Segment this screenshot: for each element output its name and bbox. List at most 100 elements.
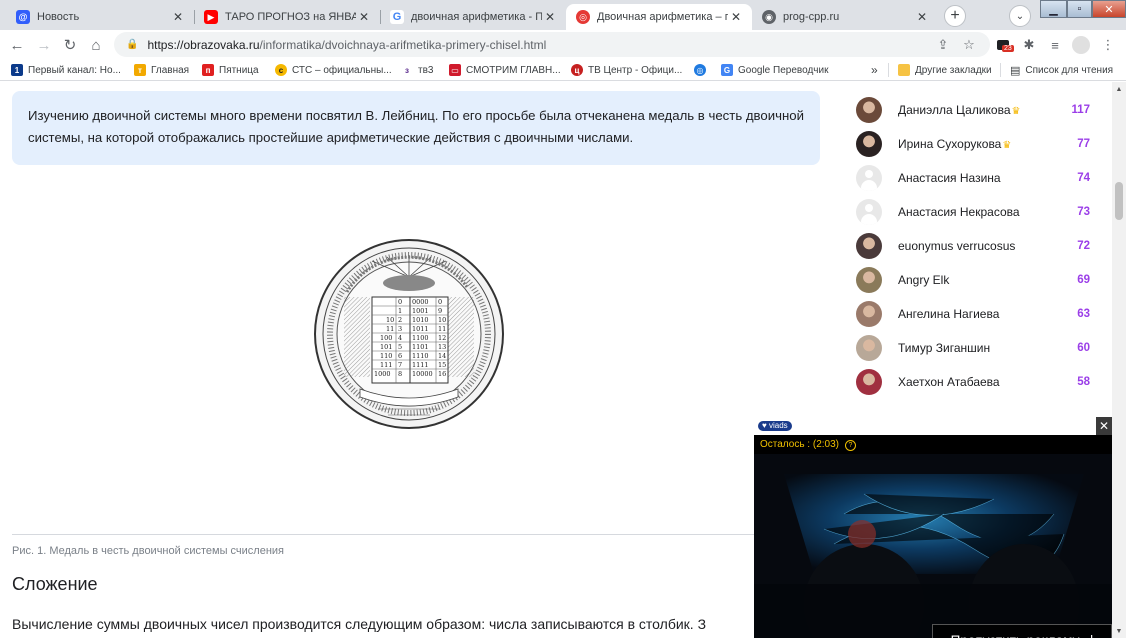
leaderboard-row[interactable]: Тимур Зиганшин 60 — [856, 331, 1096, 365]
reading-list-button[interactable]: ▤ Список для чтения — [1010, 62, 1113, 78]
leaderboard-row[interactable]: euonymus verrucosus 72 — [856, 229, 1096, 263]
leaderboard-row[interactable]: Ангелина Нагиева 63 — [856, 297, 1096, 331]
bookmark-sts[interactable]: c СТС – официальны... — [275, 62, 392, 78]
close-tab-icon[interactable]: ✕ — [542, 10, 558, 24]
page-scrollbar[interactable]: ▲ ▼ — [1112, 82, 1126, 638]
media-queue-icon[interactable]: ≡ — [1044, 34, 1066, 56]
forward-icon[interactable]: → — [33, 34, 55, 56]
article-paragraph: Вычисление суммы двоичных чисел производ… — [12, 616, 707, 632]
user-name-text: Angry Elk — [898, 273, 950, 287]
url-text: https://obrazovaka.ru/informatika/dvoich… — [147, 38, 546, 52]
user-name[interactable]: Анастасия Некрасова — [898, 205, 1050, 219]
back-icon[interactable]: ← — [6, 34, 28, 56]
user-avatar[interactable] — [856, 301, 882, 327]
close-window-button[interactable]: ✕ — [1092, 0, 1126, 18]
new-tab-button[interactable]: + — [944, 5, 966, 27]
user-avatar[interactable] — [856, 267, 882, 293]
skip-ad-button[interactable]: Пропустить рекламу ▸| — [932, 624, 1112, 638]
tab-search-button[interactable]: ⌄ — [1009, 5, 1031, 27]
bookmarks-overflow-button[interactable]: » — [871, 62, 878, 78]
bookmark-google-translate[interactable]: G Google Переводчик — [721, 62, 828, 78]
folder-icon — [898, 64, 910, 76]
svg-text:11: 11 — [438, 325, 446, 333]
scroll-down-icon[interactable]: ▼ — [1112, 624, 1126, 638]
user-avatar[interactable] — [856, 131, 882, 157]
bookmark-smotrim[interactable]: ▭ СМОТРИМ ГЛАВН... — [449, 62, 561, 78]
user-name[interactable]: Ангелина Нагиева — [898, 307, 1050, 321]
svg-text:110: 110 — [380, 352, 392, 360]
user-name[interactable]: Анастасия Назина — [898, 171, 1050, 185]
user-name-text: Ирина Сухорукова — [898, 137, 1002, 151]
scrollbar-thumb[interactable] — [1115, 182, 1123, 220]
svg-text:16: 16 — [438, 370, 446, 378]
bookmark-star-icon[interactable]: ☆ — [958, 34, 980, 56]
ad-remaining-time: Осталось : (2:03) — [760, 439, 839, 450]
profile-avatar[interactable] — [1070, 34, 1092, 56]
tab-dvoichnaya-arifmetika[interactable]: ◎ Двоичная арифметика – при ✕ — [566, 4, 752, 30]
other-bookmarks-folder[interactable]: Другие закладки — [898, 62, 992, 78]
ad-video-player[interactable]: Пропустить рекламу ▸| — [754, 454, 1112, 638]
tab-taro[interactable]: ▶ ТАРО ПРОГНОЗ на ЯНВАРЬ 2( ✕ — [194, 4, 380, 30]
user-avatar[interactable] — [856, 369, 882, 395]
bookmark-label: Главная — [151, 64, 190, 76]
leaderboard-row[interactable]: Анастасия Назина 74 — [856, 161, 1096, 195]
bookmark-glavnaya[interactable]: т Главная — [134, 62, 189, 78]
share-icon[interactable]: ⇪ — [932, 34, 954, 56]
svg-text:6: 6 — [398, 352, 402, 360]
reload-icon[interactable]: ↻ — [59, 34, 81, 56]
leaderboard-row[interactable]: Хаетхон Атабаева 58 — [856, 365, 1096, 399]
svg-text:9: 9 — [438, 307, 442, 315]
user-name[interactable]: Angry Elk — [898, 273, 1050, 287]
maximize-button[interactable]: ▫ — [1067, 0, 1092, 18]
bookmark-channel-one[interactable]: 1 Первый канал: Но... — [11, 62, 121, 78]
extension-icon[interactable]: 23 — [992, 34, 1014, 56]
user-name[interactable]: euonymus verrucosus — [898, 239, 1050, 253]
home-icon[interactable]: ⌂ — [85, 34, 107, 56]
close-tab-icon[interactable]: ✕ — [728, 10, 744, 24]
tab-google-search[interactable]: G двоичная арифметика - Пои ✕ — [380, 4, 566, 30]
minimize-button[interactable]: ▁ — [1040, 0, 1067, 18]
bookmarks-bar: 1 Первый канал: Но... т Главная п Пятница c… — [0, 59, 1126, 81]
user-name[interactable]: Тимур Зиганшин — [898, 341, 1050, 355]
ad-brand-name: viads — [768, 421, 788, 430]
bookmark-circle[interactable]: ◎ — [694, 62, 711, 78]
svg-text:1000: 1000 — [374, 370, 391, 378]
tab-prog-cpp[interactable]: ◉ prog-cpp.ru ✕ — [752, 4, 938, 30]
leaderboard-row[interactable]: Angry Elk 69 — [856, 263, 1096, 297]
bookmark-tvc[interactable]: ц ТВ Центр - Офици... — [571, 62, 682, 78]
obrazovaka-icon: ◎ — [576, 10, 590, 24]
bookmark-tv3[interactable]: з тв3 — [401, 62, 433, 78]
close-tab-icon[interactable]: ✕ — [170, 10, 186, 24]
bookmark-pyatnica[interactable]: п Пятница — [202, 62, 259, 78]
user-score: 74 — [1077, 172, 1090, 184]
user-name-text: Хаетхон Атабаева — [898, 375, 1000, 389]
close-tab-icon[interactable]: ✕ — [914, 10, 930, 24]
svg-text:2: 2 — [398, 316, 402, 324]
user-avatar[interactable] — [856, 199, 882, 225]
tab-novost[interactable]: @ Новость ✕ — [6, 4, 194, 30]
svg-text:1111: 1111 — [412, 361, 429, 369]
ad-help-icon[interactable]: ? — [844, 440, 856, 451]
svg-text:1: 1 — [398, 307, 402, 315]
user-name[interactable]: Даниэлла Цаликова♛ — [898, 103, 1050, 117]
address-bar[interactable]: 🔒 https://obrazovaka.ru/informatika/dvoi… — [114, 32, 990, 57]
user-avatar[interactable] — [856, 335, 882, 361]
user-avatar[interactable] — [856, 165, 882, 191]
user-avatar[interactable] — [856, 97, 882, 123]
section-heading: Сложение — [12, 574, 98, 594]
ad-close-button[interactable]: ✕ — [1096, 417, 1112, 435]
svg-text:1100: 1100 — [412, 334, 429, 342]
leaderboard-row[interactable]: Анастасия Некрасова 73 — [856, 195, 1096, 229]
tv3-icon: з — [401, 64, 413, 76]
scroll-up-icon[interactable]: ▲ — [1112, 82, 1126, 96]
user-avatar[interactable] — [856, 233, 882, 259]
user-name[interactable]: Ирина Сухорукова♛ — [898, 137, 1050, 151]
extensions-puzzle-icon[interactable]: ✱ — [1018, 34, 1040, 56]
close-tab-icon[interactable]: ✕ — [356, 10, 372, 24]
svg-text:15: 15 — [438, 361, 446, 369]
leaderboard-row[interactable]: Ирина Сухорукова♛ 77 — [856, 127, 1096, 161]
leaderboard-row[interactable]: Даниэлла Цаликова♛ 117 — [856, 93, 1096, 127]
user-name[interactable]: Хаетхон Атабаева — [898, 375, 1050, 389]
browser-menu-icon[interactable]: ⋮ — [1097, 34, 1119, 56]
svg-text:1001: 1001 — [412, 307, 429, 315]
